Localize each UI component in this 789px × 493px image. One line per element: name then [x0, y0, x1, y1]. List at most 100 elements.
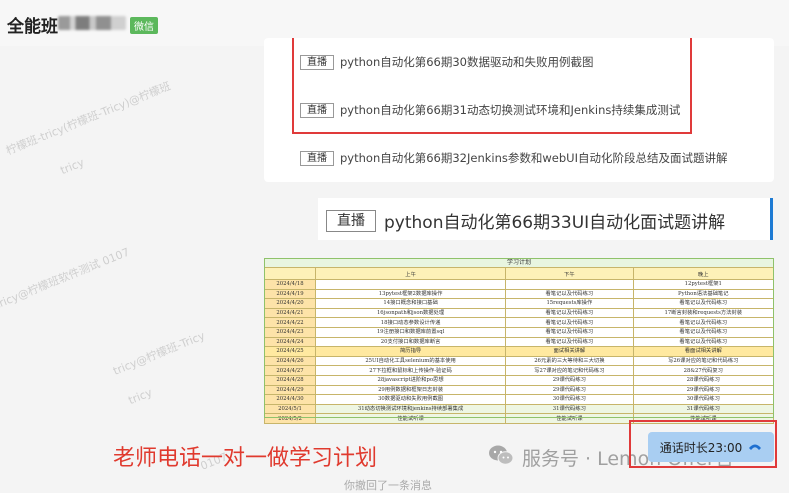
table-row: 2024/4/30 30数据驱动和失败用例截图 30课代码练习 30课代码练习 [264, 394, 775, 405]
table-cell: 2024/4/29 [264, 384, 316, 396]
table-cell: 20支付接口和数据库断言 [314, 336, 507, 348]
table-row: 2024/4/29 29用例数据和框架日志封装 29课代码练习 29课代码练习 [264, 384, 775, 396]
table-cell [505, 279, 634, 290]
lesson-title: python自动化第66期32Jenkins参数和webUI自动化阶段总结及面试… [340, 151, 728, 165]
table-row: 2024/4/24 20支付接口和数据库断言 看笔记以及代码练习 看笔记以及代码练习 [264, 336, 775, 348]
table-cell: 29课代码练习 [505, 374, 634, 386]
watermark: tricy@柠檬班软件测试 0107 [0, 245, 132, 312]
table-cell: 2024/4/26 [264, 355, 316, 367]
table-cell: 看笔记以及代码练习 [505, 307, 634, 319]
table-cell: 写26课对应的笔记和代码练习 [632, 355, 775, 367]
table-cell: 29课代码练习 [505, 384, 634, 396]
table-cell: 2024/4/25 [264, 346, 316, 357]
watermark: 柠檬班-tricy(柠檬班-Tricy)@柠檬班 [4, 79, 173, 158]
table-cell: 14接口概念和接口基础 [314, 298, 507, 309]
phone-icon [748, 440, 762, 455]
table-cell: 写27课对应的笔记和代码练习 [505, 365, 634, 376]
table-cell: 29用例数据和框架日志封装 [314, 384, 507, 396]
schedule-header: 下午 [505, 267, 634, 280]
watermark: tricy [126, 385, 154, 408]
featured-lesson[interactable]: 直播 python自动化第66期33UI自动化面试题讲解 [326, 208, 725, 233]
table-cell: 28javascript进阶和po思想 [314, 374, 507, 386]
table-cell [314, 279, 507, 290]
table-cell: 27下拉框和鼠标和上传操作-验证码 [314, 365, 507, 376]
table-cell: 19注册接口和数据库前置sql [314, 326, 507, 338]
table-cell: 2024/5/2 [264, 413, 316, 424]
live-tag: 直播 [300, 150, 334, 166]
table-cell: 31课代码练习 [505, 403, 634, 415]
table-cell: 2024/4/24 [264, 336, 316, 348]
table-cell: 看笔记以及代码练习 [632, 298, 775, 309]
table-cell: 2024/4/30 [264, 394, 316, 405]
table-cell: 28课代码练习 [632, 374, 775, 386]
lesson-item[interactable]: 直播 python自动化第66期31动态切换测试环境和Jenkins持续集成测试 [300, 100, 680, 120]
schedule-header [264, 267, 316, 280]
table-cell: 看笔记以及代码练习 [505, 288, 634, 300]
table-cell: 2024/4/18 [264, 279, 316, 290]
chat-title: 全能班 [7, 17, 58, 37]
table-row: 2024/4/23 19注册接口和数据库前置sql 看笔记以及代码练习 看笔记以及代码… [264, 326, 775, 338]
watermark: tricy [58, 155, 86, 178]
table-cell: Python语法基础笔记 [632, 288, 775, 300]
table-cell: 看面试相关讲解 [632, 346, 775, 357]
live-tag: 直播 [300, 102, 334, 118]
table-cell: 性能试听课 [314, 413, 507, 424]
schedule-header: 晚上 [632, 267, 775, 280]
caption-text: 老师电话一对一做学习计划 [113, 446, 378, 471]
table-cell: 看笔记以及代码练习 [632, 326, 775, 338]
table-cell: 2024/4/28 [264, 374, 316, 386]
watermark: tricy@柠檬班-Tricy [111, 329, 207, 378]
call-duration: 通话时长23:00 [659, 440, 743, 455]
table-row: 2024/5/1 31动态切换测试环境和jenkins持续部署集成 31课代码练习 3… [264, 403, 775, 415]
table-cell: 31课代码练习 [632, 403, 775, 415]
table-cell: 2024/4/27 [264, 365, 316, 376]
table-row: 2024/4/28 28javascript进阶和po思想 29课代码练习 28课代码… [264, 374, 775, 386]
table-cell: 看笔记以及代码练习 [505, 326, 634, 338]
table-row: 2024/4/26 25UI自动化工具selenium的基本使用 26元素的三大等待… [264, 355, 775, 367]
table-cell: 28&27代码复习 [632, 365, 775, 376]
table-cell: 看笔记以及代码练习 [632, 336, 775, 348]
lesson-item[interactable]: 直播 python自动化第66期32Jenkins参数和webUI自动化阶段总结… [300, 148, 727, 168]
call-record-bubble[interactable]: 通话时长23:00 [648, 432, 774, 462]
table-cell: 31动态切换测试环境和jenkins持续部署集成 [314, 403, 507, 415]
redacted-name [58, 16, 126, 30]
table-cell: 性能试听课 [505, 413, 634, 424]
table-cell: 12pytest框架1 [632, 279, 775, 290]
table-cell: 2024/4/22 [264, 317, 316, 328]
table-cell: 13pytest框架2数据库操作 [314, 288, 507, 300]
table-row: 2024/4/27 27下拉框和鼠标和上传操作-验证码 写27课对应的笔记和代码练习… [264, 365, 775, 376]
table-cell: 2024/5/1 [264, 403, 316, 415]
lesson-title: python自动化第66期30数据驱动和失败用例截图 [340, 55, 594, 69]
table-cell: 2024/4/21 [264, 307, 316, 319]
table-cell: 30数据驱动和失败用例截图 [314, 394, 507, 405]
table-cell: 25UI自动化工具selenium的基本使用 [314, 355, 507, 367]
table-cell: 26元素的三大等待和三大切换 [505, 355, 634, 367]
table-cell: 2024/4/23 [264, 326, 316, 338]
table-cell: 2024/4/20 [264, 298, 316, 309]
table-cell: 2024/4/19 [264, 288, 316, 300]
table-row: 2024/4/18 12pytest框架1 [264, 279, 775, 290]
table-row: 2024/4/25 简历指导 面试相关讲解 看面试相关讲解 [264, 346, 775, 357]
schedule-table: 上午 下午 晚上 2024/4/18 12pytest框架1 2024/4/19 1… [264, 267, 775, 424]
lesson-title: python自动化第66期31动态切换测试环境和Jenkins持续集成测试 [340, 103, 681, 117]
live-tag: 直播 [300, 54, 334, 70]
table-cell: 看笔记以及代码练习 [505, 336, 634, 348]
table-cell: 面试相关讲解 [505, 346, 634, 357]
table-cell: 29课代码练习 [632, 384, 775, 396]
table-cell: 看笔记以及代码练习 [505, 317, 634, 328]
table-cell: 30课代码练习 [505, 394, 634, 405]
table-cell: 16jsonpath和json数据处理 [314, 307, 507, 319]
schedule-header: 上午 [314, 267, 507, 280]
table-cell: 15requests库操作 [505, 298, 634, 309]
table-row: 2024/4/20 14接口概念和接口基础 15requests库操作 看笔记以及代码… [264, 298, 775, 309]
table-row: 2024/4/21 16jsonpath和json数据处理 看笔记以及代码练习 17断… [264, 307, 775, 319]
table-row: 2024/4/19 13pytest框架2数据库操作 看笔记以及代码练习 Python… [264, 288, 775, 300]
featured-lesson-title: python自动化第66期33UI自动化面试题讲解 [384, 213, 726, 233]
source-tag: 微信 [130, 17, 158, 34]
lesson-item[interactable]: 直播 python自动化第66期30数据驱动和失败用例截图 [300, 52, 594, 72]
table-row: 2024/4/22 18接口动态参数设计传递 看笔记以及代码练习 看笔记以及代码练习 [264, 317, 775, 328]
wechat-icon [488, 444, 514, 471]
system-notice: 你撤回了一条消息 [344, 479, 432, 492]
schedule-title: 学习计划 [264, 258, 774, 267]
table-cell: 看笔记以及代码练习 [632, 317, 775, 328]
